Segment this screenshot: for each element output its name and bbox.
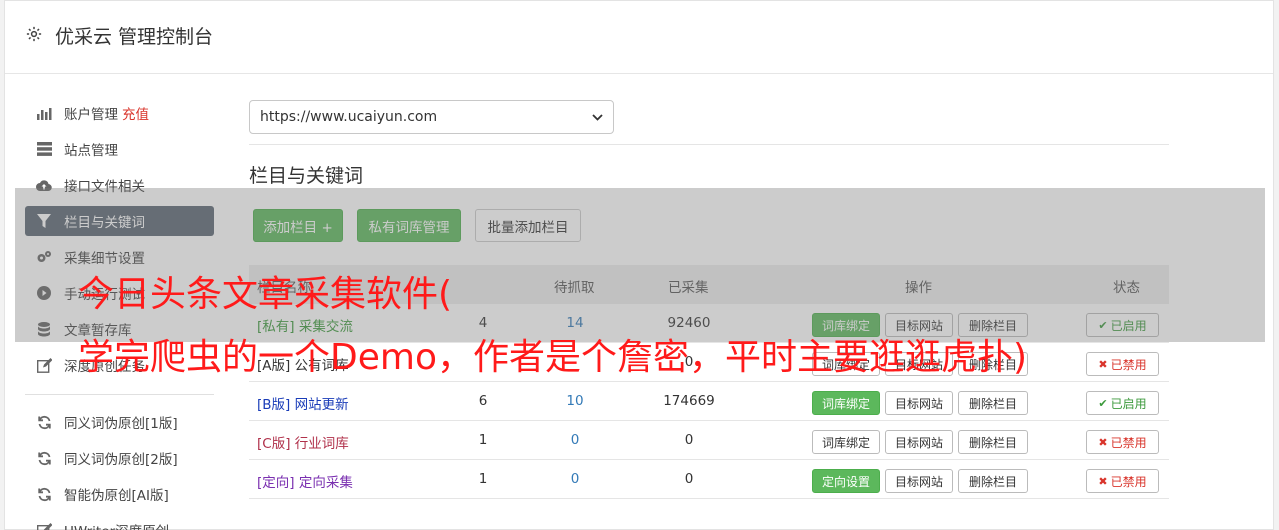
check-icon: ✔ xyxy=(1098,396,1108,410)
target-site-button[interactable]: 目标网站 xyxy=(885,469,953,493)
column-name-cell[interactable]: [定向] 定向采集 xyxy=(257,471,353,491)
gear-icon xyxy=(26,26,42,42)
close-icon: ✖ xyxy=(1098,474,1108,488)
sidebar-item-synonym-v2[interactable]: 同义词伪原创[2版] xyxy=(25,443,214,473)
column-tag: [定向] xyxy=(257,475,295,491)
sidebar-item-ai-original[interactable]: 智能伪原创[AI版] xyxy=(25,479,214,509)
section-title: 栏目与关键词 xyxy=(249,165,364,187)
header: 优采云 管理控制台 xyxy=(5,1,1273,74)
sidebar-item-label: 账户管理 xyxy=(64,107,118,123)
pending-count-link[interactable]: 10 xyxy=(545,393,605,409)
caption-line-1: 今日头条文章采集软件( xyxy=(78,274,453,315)
edit-icon xyxy=(36,522,52,530)
close-icon: ✖ xyxy=(1098,357,1108,371)
sidebar-item-label: 站点管理 xyxy=(64,143,118,159)
refresh-icon xyxy=(36,414,52,430)
server-icon xyxy=(36,141,52,157)
divider xyxy=(249,144,1169,145)
page-title: 优采云 管理控制台 xyxy=(55,26,214,48)
status-label: 已禁用 xyxy=(1110,357,1147,372)
status-label: 已禁用 xyxy=(1110,435,1147,450)
status-toggle[interactable]: ✔ 已启用 xyxy=(1086,391,1159,415)
table-row: [B版] 网站更新 6 10 174669 词库绑定 目标网站 删除栏目 ✔ 已启用 xyxy=(249,382,1169,421)
pending-count-link[interactable]: 0 xyxy=(545,471,605,487)
bind-lib-button[interactable]: 词库绑定 xyxy=(812,430,880,454)
column-name: 行业词库 xyxy=(294,436,349,452)
site-select-value: https://www.ucaiyun.com xyxy=(260,109,438,125)
delete-column-button[interactable]: 删除栏目 xyxy=(958,391,1028,415)
column-name: 定向采集 xyxy=(298,475,353,491)
count-cell: 1 xyxy=(478,471,488,487)
chevron-down-icon xyxy=(592,111,603,124)
sidebar-item-synonym-v1[interactable]: 同义词伪原创[1版] xyxy=(25,407,214,437)
sidebar-divider xyxy=(25,394,214,395)
count-cell: 6 xyxy=(478,393,488,409)
refresh-icon xyxy=(36,486,52,502)
edit-icon xyxy=(36,357,52,373)
column-tag: [B版] xyxy=(257,397,291,413)
refresh-icon xyxy=(36,450,52,466)
sidebar-item-uwriter[interactable]: UWriter深度原创 xyxy=(25,515,214,530)
delete-column-button[interactable]: 删除栏目 xyxy=(958,469,1028,493)
column-tag: [C版] xyxy=(257,436,291,452)
column-name-cell[interactable]: [B版] 网站更新 xyxy=(257,393,349,413)
sidebar-item-label: UWriter深度原创 xyxy=(64,520,169,530)
delete-column-button[interactable]: 删除栏目 xyxy=(958,430,1028,454)
table-row: [C版] 行业词库 1 0 0 词库绑定 目标网站 删除栏目 ✖ 已禁用 xyxy=(249,421,1169,460)
site-select[interactable]: https://www.ucaiyun.com xyxy=(249,100,614,134)
sidebar-item-account[interactable]: 账户管理 充值 xyxy=(25,98,214,128)
caption-line-2: 学完爬虫的一个Demo，作者是个詹密，平时主要逛逛虎扑) xyxy=(78,337,1028,378)
status-toggle[interactable]: ✖ 已禁用 xyxy=(1086,352,1159,376)
status-label: 已禁用 xyxy=(1110,474,1147,489)
sidebar-item-label: 同义词伪原创[2版] xyxy=(64,452,178,468)
status-toggle[interactable]: ✖ 已禁用 xyxy=(1086,430,1159,454)
bar-chart-icon xyxy=(36,105,52,121)
bind-lib-button[interactable]: 词库绑定 xyxy=(812,391,880,415)
column-name-cell[interactable]: [C版] 行业词库 xyxy=(257,432,349,452)
sidebar-item-label: 同义词伪原创[1版] xyxy=(64,416,178,432)
close-icon: ✖ xyxy=(1098,435,1108,449)
collected-count: 0 xyxy=(684,471,694,487)
table-row: [定向] 定向采集 1 0 0 定向设置 目标网站 删除栏目 ✖ 已禁用 xyxy=(249,460,1169,499)
sidebar-item-label: 智能伪原创[AI版] xyxy=(64,488,169,504)
target-site-button[interactable]: 目标网站 xyxy=(885,430,953,454)
status-toggle[interactable]: ✖ 已禁用 xyxy=(1086,469,1159,493)
sidebar-item-sites[interactable]: 站点管理 xyxy=(25,134,214,164)
status-label: 已启用 xyxy=(1110,396,1147,411)
pending-count-link[interactable]: 0 xyxy=(545,432,605,448)
collected-count: 174669 xyxy=(663,393,715,409)
target-site-button[interactable]: 目标网站 xyxy=(885,391,953,415)
bind-lib-button[interactable]: 定向设置 xyxy=(812,469,880,493)
count-cell: 1 xyxy=(478,432,488,448)
column-name: 网站更新 xyxy=(294,397,349,413)
collected-count: 0 xyxy=(684,432,694,448)
recharge-link[interactable]: 充值 xyxy=(122,103,149,123)
